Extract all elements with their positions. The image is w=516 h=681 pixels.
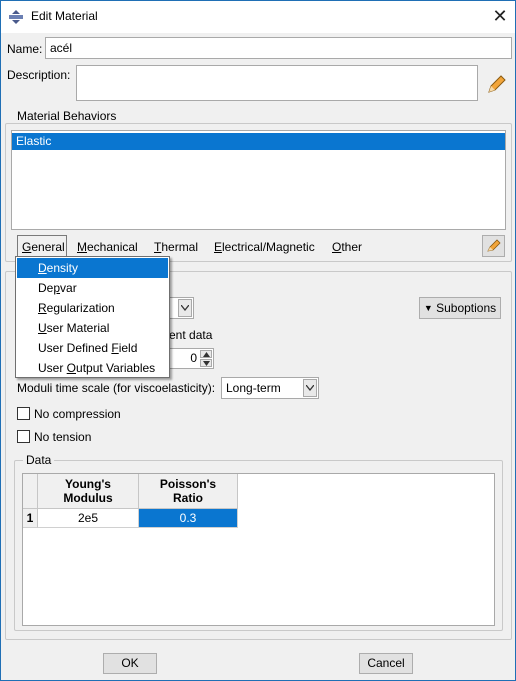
app-icon: [9, 10, 23, 24]
data-table[interactable]: Young's Modulus Poisson's Ratio 1 2e5 0.…: [22, 473, 495, 626]
suboptions-label: Suboptions: [436, 301, 497, 315]
moduli-time-scale-label: Moduli time scale (for viscoelasticity):: [17, 381, 216, 395]
description-field[interactable]: [76, 65, 478, 101]
moduli-time-scale-select[interactable]: Long-term: [221, 377, 319, 399]
edit-pencil-icon[interactable]: [485, 72, 509, 96]
table-cell-poissons-ratio[interactable]: 0.3: [139, 509, 238, 528]
no-compression-checkbox[interactable]: [17, 407, 30, 420]
spinner-value: 0: [190, 351, 197, 365]
no-tension-label: No tension: [34, 430, 92, 444]
list-item[interactable]: Elastic: [12, 133, 505, 150]
spinner-field[interactable]: 0: [168, 348, 214, 369]
behaviors-list[interactable]: Elastic: [11, 130, 506, 230]
table-cell-youngs-modulus[interactable]: 2e5: [38, 509, 139, 528]
name-field[interactable]: acél: [45, 37, 512, 59]
material-behaviors-label: Material Behaviors: [14, 109, 120, 123]
description-label: Description:: [7, 68, 71, 82]
menu-general-highlight: [17, 235, 67, 256]
triangle-down-icon: ▼: [423, 303, 433, 313]
suboptions-button[interactable]: ▼ Suboptions: [419, 297, 501, 319]
menu-item-user-defined-field[interactable]: User Defined Field: [17, 338, 168, 358]
data-label: Data: [23, 453, 55, 467]
ok-button[interactable]: OK: [103, 653, 157, 674]
delete-behavior-button[interactable]: [482, 235, 505, 257]
cancel-button[interactable]: Cancel: [359, 653, 413, 674]
type-select[interactable]: [168, 297, 194, 319]
partial-label: ent data: [169, 328, 213, 342]
menu-electrical-magnetic[interactable]: Electrical/Magnetic: [214, 240, 315, 254]
menu-item-regularization[interactable]: Regularization: [17, 298, 168, 318]
column-header-poissons-ratio[interactable]: Poisson's Ratio: [139, 474, 238, 509]
table-corner: [23, 474, 38, 509]
menu-item-density[interactable]: Density: [17, 258, 168, 278]
column-header-youngs-modulus[interactable]: Young's Modulus: [38, 474, 139, 509]
spinner-up-icon[interactable]: [200, 350, 212, 358]
moduli-time-scale-value: Long-term: [226, 381, 281, 395]
menu-thermal[interactable]: Thermal: [154, 240, 198, 254]
no-compression-label: No compression: [34, 407, 121, 421]
no-tension-checkbox[interactable]: [17, 430, 30, 443]
close-icon[interactable]: ✕: [486, 2, 514, 30]
menu-item-user-output-variables[interactable]: User Output Variables: [17, 358, 168, 378]
row-index: 1: [23, 509, 38, 528]
menu-item-user-material[interactable]: User Material: [17, 318, 168, 338]
chevron-down-icon: [303, 379, 317, 397]
menu-mechanical[interactable]: Mechanical: [77, 240, 138, 254]
name-label: Name:: [7, 42, 43, 56]
menu-item-depvar[interactable]: Depvar: [17, 278, 168, 298]
spinner-down-icon[interactable]: [200, 359, 212, 367]
general-dropdown-menu: Density Depvar Regularization User Mater…: [15, 256, 170, 378]
window-title: Edit Material: [31, 9, 98, 23]
chevron-down-icon: [178, 299, 192, 317]
eraser-icon: [487, 239, 501, 252]
menu-other[interactable]: Other: [332, 240, 362, 254]
